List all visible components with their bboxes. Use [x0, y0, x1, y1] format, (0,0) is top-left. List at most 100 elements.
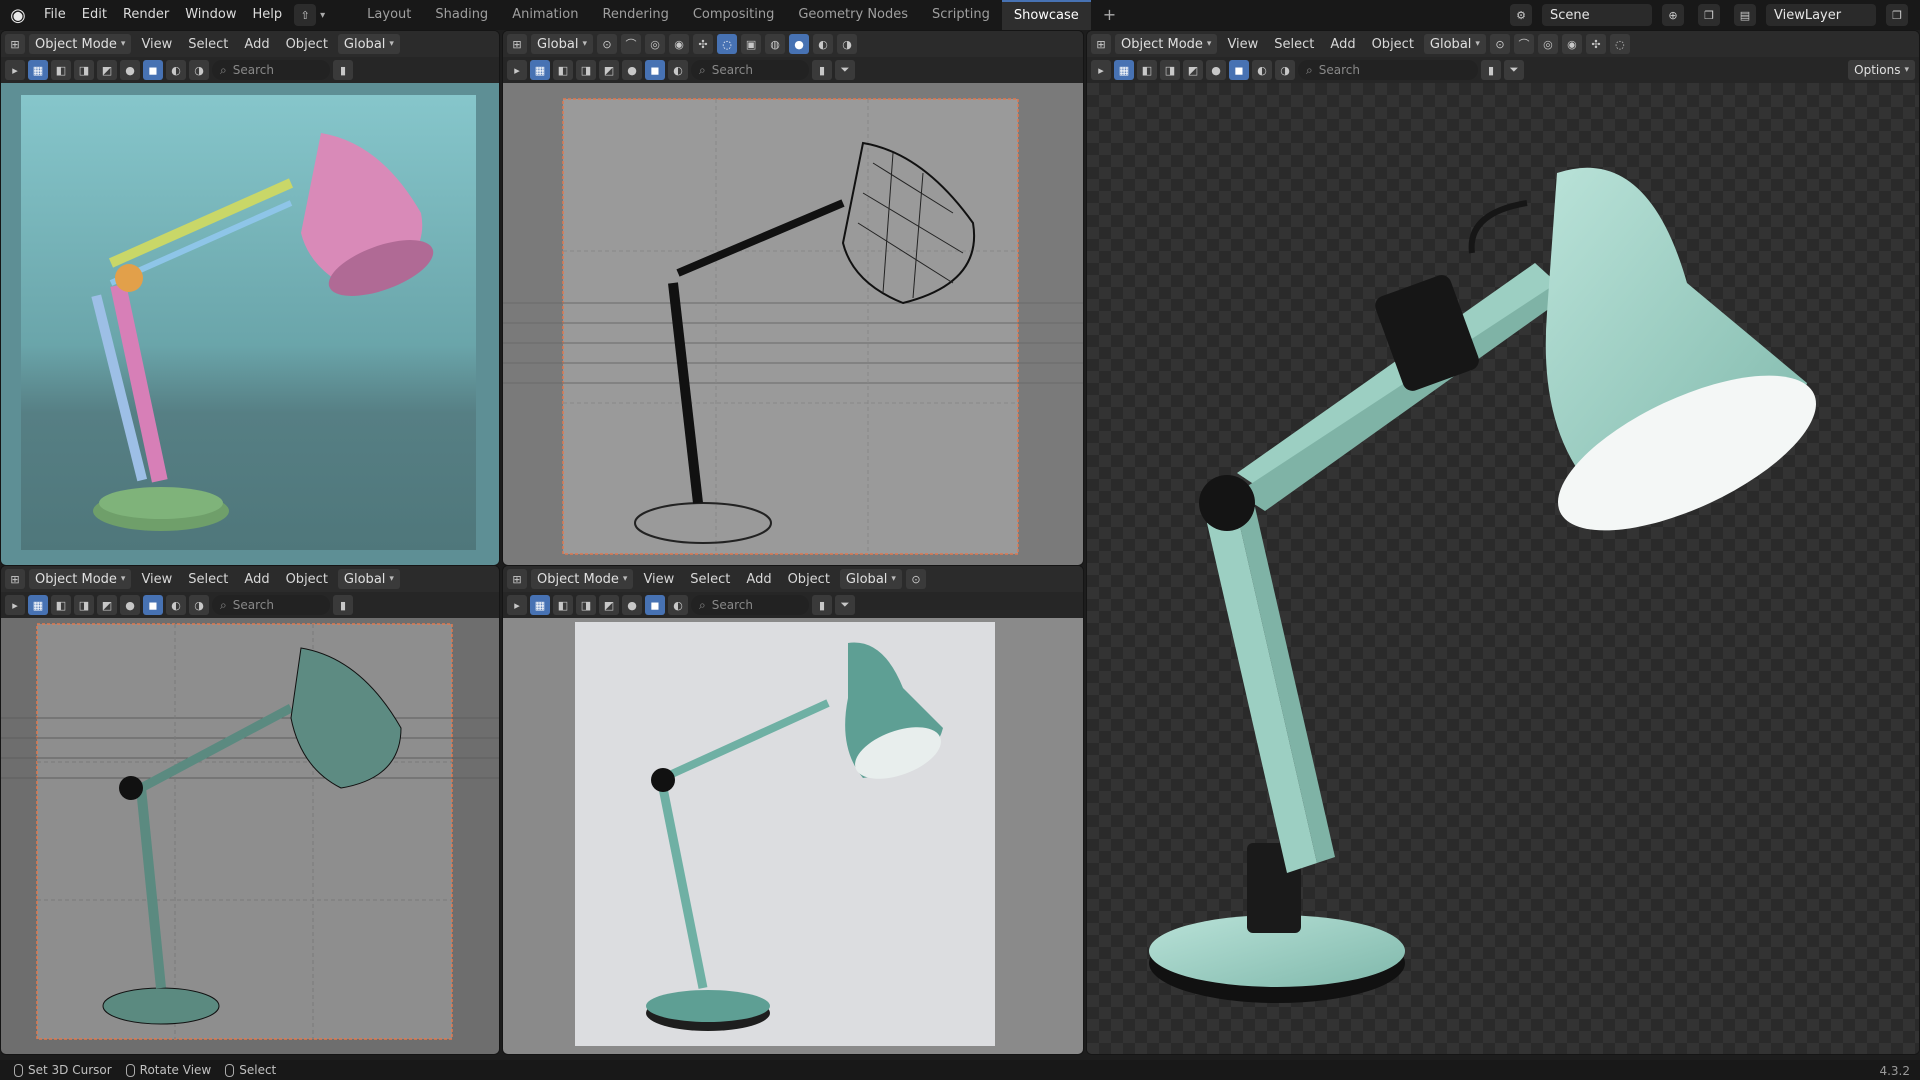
tab-layout[interactable]: Layout [355, 0, 423, 30]
viewport-bottom-left[interactable]: ⊞ Object Mode ▾ View Select Add Object Gl… [0, 565, 500, 1055]
solid-shading-icon[interactable]: ◼ [1229, 60, 1249, 80]
select-tool-icon[interactable]: ▸ [5, 595, 25, 615]
mode-set-icon[interactable]: ◧ [1137, 60, 1157, 80]
filter-icon[interactable]: ⏷ [835, 595, 855, 615]
viewport-top-middle[interactable]: ⊞ Global ▾ ⊙ ⌒ ◎ ◉ ✣ ◌ ▣ ◍ ● ◐ ◑ ▸ ▦ ◧ ◨ … [502, 30, 1084, 566]
viewport-right[interactable]: ⊞ Object Mode ▾ View Select Add Object Gl… [1086, 30, 1920, 1055]
bookmark-icon[interactable]: ▮ [812, 595, 832, 615]
mode-dropdown[interactable]: Object Mode ▾ [29, 569, 132, 589]
new-view-layer-icon[interactable]: ❐ [1886, 4, 1908, 26]
menu-add[interactable]: Add [238, 37, 275, 52]
menu-object[interactable]: Object [280, 37, 334, 52]
select-box-icon[interactable]: ▦ [530, 60, 550, 80]
tab-scripting[interactable]: Scripting [920, 0, 1002, 30]
view-layer-icon[interactable]: ▤ [1734, 4, 1756, 26]
material-shading-icon[interactable]: ◐ [166, 60, 186, 80]
pivot-icon[interactable]: ⊙ [1489, 34, 1510, 54]
mode-extend-icon[interactable]: ◨ [1160, 60, 1180, 80]
menu-view[interactable]: View [135, 37, 178, 52]
material-shading-icon[interactable]: ◐ [813, 34, 834, 54]
tab-animation[interactable]: Animation [500, 0, 590, 30]
material-shading-icon[interactable]: ◐ [166, 595, 186, 615]
shading-icon[interactable]: ● [622, 60, 642, 80]
mode-subtract-icon[interactable]: ◩ [97, 595, 117, 615]
solid-shading-icon[interactable]: ◼ [143, 60, 163, 80]
select-tool-icon[interactable]: ▸ [1091, 60, 1111, 80]
menu-file[interactable]: File [36, 0, 74, 30]
filter-icon[interactable]: ⏷ [1504, 60, 1524, 80]
viewport-canvas[interactable] [1087, 83, 1919, 1054]
mode-extend-icon[interactable]: ◨ [576, 60, 596, 80]
menu-render[interactable]: Render [115, 0, 177, 30]
menu-object[interactable]: Object [782, 572, 836, 587]
viewport-canvas[interactable] [1, 83, 499, 565]
shading-icon[interactable]: ● [622, 595, 642, 615]
mode-dropdown[interactable]: Object Mode ▾ [1115, 34, 1218, 54]
search-input[interactable]: ⌕ Search [691, 595, 809, 615]
proportional-editing-icon[interactable]: ◎ [1537, 34, 1558, 54]
editor-type-icon[interactable]: ⊞ [507, 569, 527, 589]
pivot-icon[interactable]: ⊙ [597, 34, 618, 54]
viewport-bottom-middle[interactable]: ⊞ Object Mode ▾ View Select Add Object Gl… [502, 565, 1084, 1055]
upload-icon[interactable]: ⇧ [294, 4, 317, 26]
menu-add[interactable]: Add [238, 572, 275, 587]
mode-dropdown[interactable]: Object Mode ▾ [29, 34, 132, 54]
view-layer-field[interactable]: ViewLayer [1766, 4, 1876, 26]
viewport-canvas[interactable] [503, 618, 1083, 1054]
shading-icon[interactable]: ● [1206, 60, 1226, 80]
transform-orientation-dropdown[interactable]: Global ▾ [531, 34, 594, 54]
menu-select[interactable]: Select [182, 572, 234, 587]
solid-shading-icon[interactable]: ● [789, 34, 810, 54]
mode-extend-icon[interactable]: ◨ [74, 595, 94, 615]
solid-shading-icon[interactable]: ◼ [645, 595, 665, 615]
menu-add[interactable]: Add [740, 572, 777, 587]
material-shading-icon[interactable]: ◐ [1252, 60, 1272, 80]
menu-edit[interactable]: Edit [74, 0, 115, 30]
pin-icon[interactable]: ⊕ [1662, 4, 1684, 26]
tab-compositing[interactable]: Compositing [681, 0, 787, 30]
tab-showcase[interactable]: Showcase [1001, 0, 1091, 30]
material-shading-icon[interactable]: ◐ [668, 595, 688, 615]
material-shading-icon[interactable]: ◐ [668, 60, 688, 80]
viewport-top-left[interactable]: ⊞ Object Mode ▾ View Select Add Object Gl… [0, 30, 500, 566]
editor-type-icon[interactable]: ⊞ [5, 34, 25, 54]
tab-geometry-nodes[interactable]: Geometry Nodes [786, 0, 920, 30]
overlays-icon[interactable]: ◌ [1609, 34, 1630, 54]
shading-icon[interactable]: ● [120, 60, 140, 80]
mode-subtract-icon[interactable]: ◩ [1183, 60, 1203, 80]
search-input[interactable]: ⌕ Search [212, 60, 330, 80]
tab-rendering[interactable]: Rendering [590, 0, 680, 30]
solid-shading-icon[interactable]: ◼ [143, 595, 163, 615]
menu-select[interactable]: Select [182, 37, 234, 52]
bookmark-icon[interactable]: ▮ [333, 595, 353, 615]
menu-object[interactable]: Object [1366, 37, 1420, 52]
blender-logo-icon[interactable]: ◉ [0, 0, 36, 30]
new-scene-icon[interactable]: ❐ [1698, 4, 1720, 26]
mode-set-icon[interactable]: ◧ [51, 595, 71, 615]
solid-shading-icon[interactable]: ◼ [645, 60, 665, 80]
editor-type-icon[interactable]: ⊞ [5, 569, 25, 589]
snap-icon[interactable]: ⌒ [1513, 34, 1534, 54]
menu-view[interactable]: View [1221, 37, 1264, 52]
mode-set-icon[interactable]: ◧ [553, 60, 573, 80]
menu-view[interactable]: View [637, 572, 680, 587]
bookmark-icon[interactable]: ▮ [333, 60, 353, 80]
select-tool-icon[interactable]: ▸ [507, 60, 527, 80]
viewport-canvas[interactable] [503, 83, 1083, 565]
mode-subtract-icon[interactable]: ◩ [599, 595, 619, 615]
chevron-down-icon[interactable]: ▾ [320, 10, 325, 21]
transform-orientation-dropdown[interactable]: Global ▾ [1423, 34, 1486, 54]
select-box-icon[interactable]: ▦ [1114, 60, 1134, 80]
xray-icon[interactable]: ▣ [741, 34, 762, 54]
scene-field[interactable]: Scene [1542, 4, 1652, 26]
wireframe-shading-icon[interactable]: ◍ [765, 34, 786, 54]
add-workspace-button[interactable]: + [1091, 0, 1128, 30]
transform-orientation-dropdown[interactable]: Global ▾ [839, 569, 902, 589]
render-shading-icon[interactable]: ◑ [189, 595, 209, 615]
overlays-icon[interactable]: ◌ [717, 34, 738, 54]
visibility-icon[interactable]: ◉ [1561, 34, 1582, 54]
visibility-icon[interactable]: ◉ [669, 34, 690, 54]
mode-extend-icon[interactable]: ◨ [576, 595, 596, 615]
menu-add[interactable]: Add [1324, 37, 1361, 52]
select-tool-icon[interactable]: ▸ [507, 595, 527, 615]
